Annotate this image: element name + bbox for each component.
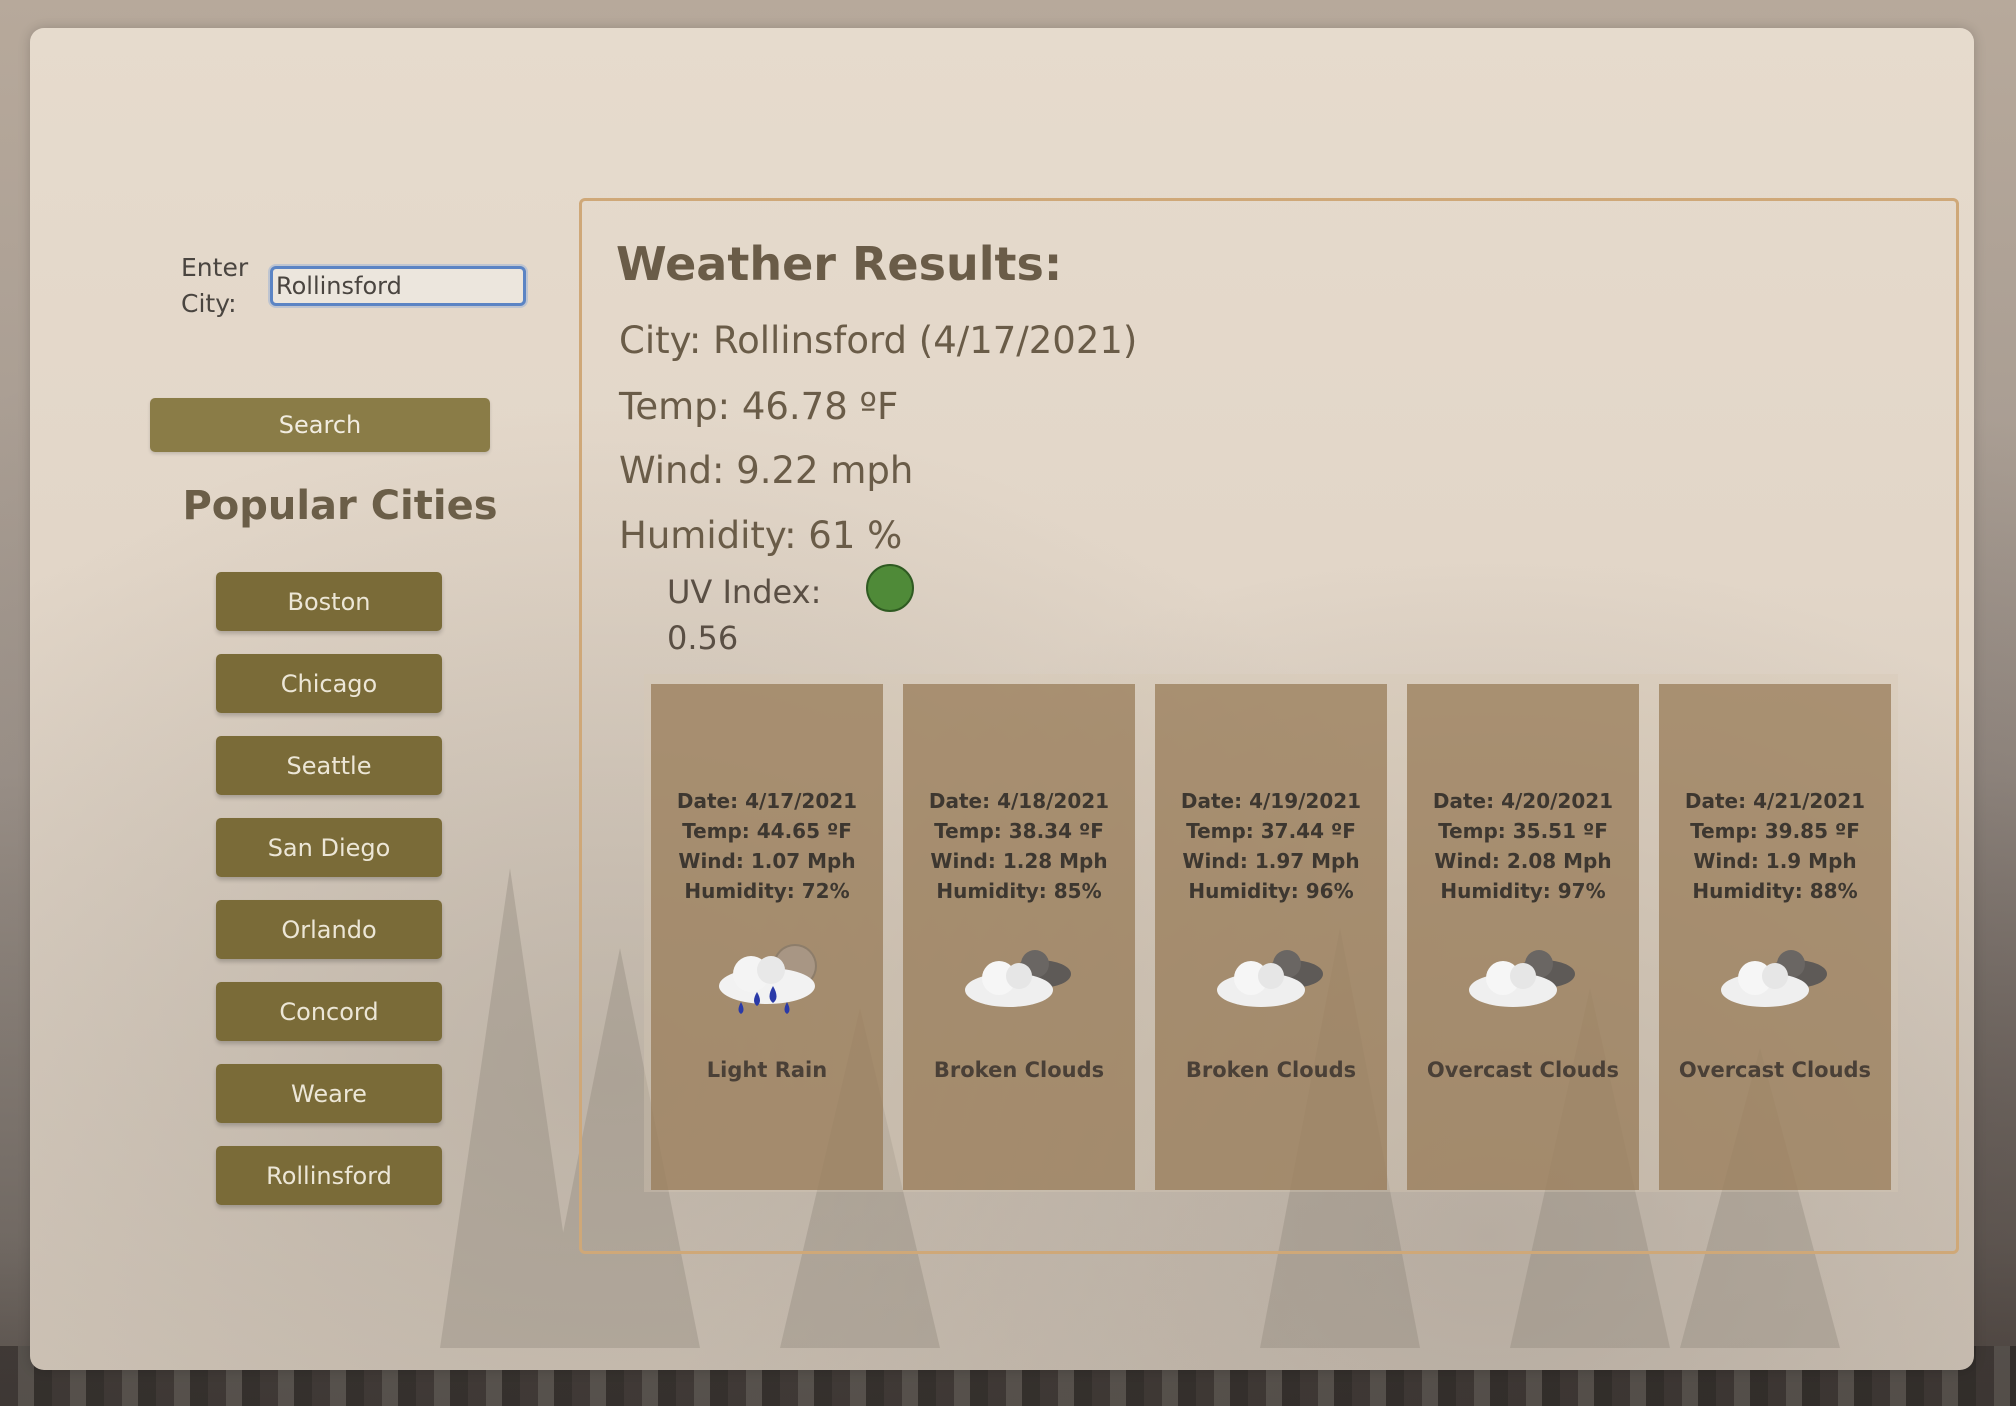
rain-cloud-icon bbox=[719, 944, 817, 1014]
forecast-card: Date: 4/18/2021 Temp: 38.34 ºF Wind: 1.2… bbox=[903, 684, 1135, 1190]
forecast-date: Date: 4/21/2021 bbox=[1684, 789, 1866, 813]
city-search-input[interactable] bbox=[270, 266, 526, 306]
forecast-card: Date: 4/19/2021 Temp: 37.44 ºF Wind: 1.9… bbox=[1155, 684, 1387, 1190]
uv-index-value: 0.56 bbox=[667, 619, 739, 657]
city-button-concord[interactable]: Concord bbox=[216, 982, 442, 1041]
forecast-description: Broken Clouds bbox=[933, 1058, 1105, 1082]
forecast-wind: Wind: 1.28 Mph bbox=[930, 849, 1108, 873]
city-button-orlando[interactable]: Orlando bbox=[216, 900, 442, 959]
main-panel: Enter City: Search Popular Cities Boston… bbox=[30, 28, 1974, 1370]
city-button-san-diego[interactable]: San Diego bbox=[216, 818, 442, 877]
forecast-description: Broken Clouds bbox=[1185, 1058, 1357, 1082]
current-wind: Wind: 9.22 mph bbox=[619, 449, 914, 492]
current-humidity: Humidity: 61 % bbox=[619, 514, 903, 557]
forecast-temp: Temp: 38.34 ºF bbox=[934, 819, 1104, 843]
forecast-description: Overcast Clouds bbox=[1678, 1058, 1872, 1082]
forecast-card: Date: 4/20/2021 Temp: 35.51 ºF Wind: 2.0… bbox=[1407, 684, 1639, 1190]
current-city: City: Rollinsford (4/17/2021) bbox=[619, 319, 1138, 362]
results-title: Weather Results: bbox=[616, 237, 1063, 291]
city-button-seattle[interactable]: Seattle bbox=[216, 736, 442, 795]
forecast-temp: Temp: 44.65 ºF bbox=[682, 819, 852, 843]
forecast-temp: Temp: 35.51 ºF bbox=[1438, 819, 1608, 843]
forecast-wind: Wind: 1.9 Mph bbox=[1693, 849, 1857, 873]
forecast-wind: Wind: 2.08 Mph bbox=[1434, 849, 1612, 873]
overcast-clouds-icon bbox=[1721, 950, 1827, 1007]
forecast-humidity: Humidity: 97% bbox=[1440, 879, 1606, 903]
forecast-wind: Wind: 1.07 Mph bbox=[678, 849, 856, 873]
forecast-date: Date: 4/18/2021 bbox=[928, 789, 1110, 813]
forecast-humidity: Humidity: 96% bbox=[1188, 879, 1354, 903]
popular-cities-title: Popular Cities bbox=[182, 483, 498, 529]
city-button-boston[interactable]: Boston bbox=[216, 572, 442, 631]
city-button-chicago[interactable]: Chicago bbox=[216, 654, 442, 713]
uv-index-indicator bbox=[866, 564, 914, 612]
forecast-humidity: Humidity: 72% bbox=[684, 879, 850, 903]
weather-results-section: Weather Results: City: Rollinsford (4/17… bbox=[579, 198, 1959, 1254]
city-button-rollinsford[interactable]: Rollinsford bbox=[216, 1146, 442, 1205]
forecast-description: Light Rain bbox=[706, 1058, 828, 1082]
broken-clouds-icon bbox=[1217, 950, 1323, 1007]
forecast-humidity: Humidity: 88% bbox=[1692, 879, 1858, 903]
current-temp: Temp: 46.78 ºF bbox=[619, 385, 899, 428]
uv-index-label: UV Index: bbox=[667, 573, 822, 611]
search-button[interactable]: Search bbox=[150, 398, 490, 452]
forecast-row: Date: 4/17/2021 Temp: 44.65 ºF Wind: 1.0… bbox=[644, 674, 1898, 1192]
forecast-date: Date: 4/19/2021 bbox=[1180, 789, 1362, 813]
forecast-date: Date: 4/17/2021 bbox=[676, 789, 858, 813]
forecast-card: Date: 4/17/2021 Temp: 44.65 ºF Wind: 1.0… bbox=[651, 684, 883, 1190]
overcast-clouds-icon bbox=[1469, 950, 1575, 1007]
popular-cities-list: Boston Chicago Seattle San Diego Orlando… bbox=[216, 572, 442, 1228]
forecast-wind: Wind: 1.97 Mph bbox=[1182, 849, 1360, 873]
forecast-card: Date: 4/21/2021 Temp: 39.85 ºF Wind: 1.9… bbox=[1659, 684, 1891, 1190]
forecast-description: Overcast Clouds bbox=[1426, 1058, 1620, 1082]
forecast-temp: Temp: 37.44 ºF bbox=[1186, 819, 1356, 843]
city-button-weare[interactable]: Weare bbox=[216, 1064, 442, 1123]
forecast-date: Date: 4/20/2021 bbox=[1432, 789, 1614, 813]
city-input-label: Enter City: bbox=[181, 253, 249, 318]
broken-clouds-icon bbox=[965, 950, 1071, 1007]
forecast-temp: Temp: 39.85 ºF bbox=[1690, 819, 1860, 843]
forecast-humidity: Humidity: 85% bbox=[936, 879, 1102, 903]
